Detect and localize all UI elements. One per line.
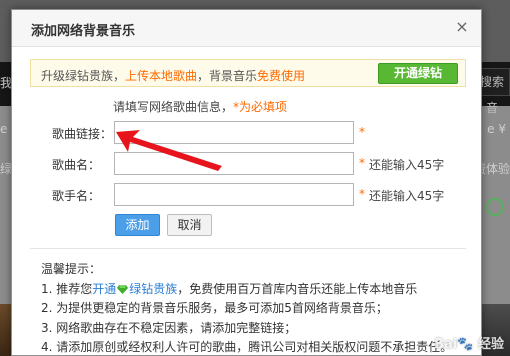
singer-name-row: 歌手名： * 还能输入45字 bbox=[12, 183, 483, 207]
required-mark: * bbox=[359, 187, 365, 201]
song-link-row: 歌曲链接： * bbox=[12, 121, 483, 145]
green-diamond-icon bbox=[117, 284, 129, 294]
dialog-header: 添加网络背景音乐 × bbox=[12, 10, 481, 47]
divider bbox=[30, 248, 466, 249]
red-arrow-annotation bbox=[116, 130, 222, 171]
tip-line-3: 3. 网络歌曲存在不稳定因素，请添加完整链接； bbox=[41, 320, 297, 335]
free-use-link[interactable]: 免费使用 bbox=[257, 69, 305, 83]
singer-name-label: 歌手名： bbox=[52, 189, 101, 203]
background-left-fragment: e bbox=[0, 122, 8, 136]
tip-line-4: 4. 请添加原创或经权利人许可的歌曲，腾讯公司对相关版权问题不承担责任。 bbox=[41, 340, 453, 354]
song-name-label: 歌曲名： bbox=[52, 158, 101, 172]
add-music-dialog: 添加网络背景音乐 × 升级绿钻贵族，上传本地歌曲，背景音乐免费使用 开通绿钻 请… bbox=[11, 9, 482, 356]
singer-name-remaining: 还能输入45字 bbox=[369, 189, 445, 203]
required-mark: * bbox=[359, 125, 365, 139]
add-button[interactable]: 添加 bbox=[115, 214, 160, 236]
close-icon[interactable]: × bbox=[453, 18, 471, 36]
hint-text: 请填写网络歌曲信息， bbox=[113, 100, 234, 114]
tips-title: 温馨提示： bbox=[41, 262, 102, 276]
background-right-fragment: e ¥ bbox=[487, 122, 506, 136]
watermark: Bai🐾 经验 bbox=[434, 337, 504, 352]
required-note: *为必填项 bbox=[233, 100, 288, 114]
cancel-button[interactable]: 取消 bbox=[167, 214, 212, 236]
notice-prefix: 升级绿钻贵族， bbox=[41, 69, 126, 83]
notice-middle: ，背景音乐 bbox=[197, 69, 258, 83]
open-green-diamond-button[interactable]: 开通绿钻 bbox=[378, 63, 458, 84]
tip1-prefix: 1. 推荐您 bbox=[41, 281, 93, 296]
required-mark: * bbox=[359, 156, 365, 170]
tip-line-1: 1. 推荐您开通 绿钻贵族，免费使用百万首库内音乐还能上传本地音乐 bbox=[41, 280, 452, 300]
song-name-remaining: 还能输入45字 bbox=[369, 158, 445, 172]
tip-line-2: 2. 为提供更稳定的背景音乐服务，最多可添加5首网络背景音乐； bbox=[41, 301, 388, 315]
form-hint: 请填写网络歌曲信息，*为必填项 bbox=[113, 98, 287, 115]
song-link-label: 歌曲链接： bbox=[52, 127, 113, 141]
upgrade-notice: 升级绿钻贵族，上传本地歌曲，背景音乐免费使用 开通绿钻 bbox=[30, 59, 466, 87]
song-name-row: 歌曲名： * 还能输入45字 bbox=[12, 152, 483, 176]
dialog-title: 添加网络背景音乐 bbox=[31, 24, 136, 39]
singer-name-input[interactable] bbox=[114, 183, 354, 206]
tip1-green-diamond-link[interactable]: 绿钻贵族 bbox=[129, 282, 177, 296]
tips-section: 温馨提示： 1. 推荐您开通 绿钻贵族，免费使用百万首库内音乐还能上传本地音乐 2… bbox=[41, 260, 452, 356]
tip1-open-link[interactable]: 开通 bbox=[92, 282, 116, 296]
leaf-icon bbox=[486, 198, 504, 216]
upload-local-link[interactable]: 上传本地歌曲 bbox=[125, 69, 197, 83]
tip1-suffix: ，免费使用百万首库内音乐还能上传本地音乐 bbox=[177, 281, 418, 296]
notice-text: 升级绿钻贵族，上传本地歌曲，背景音乐免费使用 bbox=[41, 67, 305, 84]
